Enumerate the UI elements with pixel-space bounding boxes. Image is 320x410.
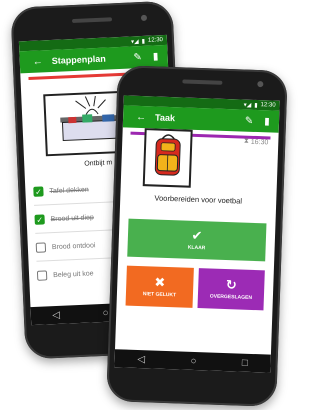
task-title: Voorbereiden voor voetbal bbox=[154, 193, 243, 206]
app-title: Stappenplan bbox=[51, 53, 106, 66]
checklist-label: Beleg uit koe bbox=[52, 269, 94, 279]
done-button-label: KLAAR bbox=[187, 244, 206, 252]
nav-recents-icon[interactable]: □ bbox=[242, 357, 248, 368]
trash-icon[interactable]: ▮ bbox=[149, 51, 161, 63]
hourglass-icon: ⧗ bbox=[243, 137, 249, 145]
fail-button-label: NIET GELUKT bbox=[142, 291, 177, 299]
trash-icon[interactable]: ▮ bbox=[261, 116, 273, 127]
nav-home-icon[interactable]: ○ bbox=[190, 355, 196, 366]
pencil-icon[interactable]: ✎ bbox=[243, 115, 255, 126]
front-phone-screen: ▾◢ ▮ 12:30 ← Taak ✎ ▮ ⧗ 16:30 Voorbereid… bbox=[114, 95, 280, 373]
app-title: Taak bbox=[154, 112, 176, 124]
checkbox-empty-icon[interactable] bbox=[36, 270, 48, 281]
checklist-label: Tafel dekken bbox=[49, 185, 89, 195]
phone-camera bbox=[140, 14, 148, 22]
checkbox-checked-icon[interactable]: ✓ bbox=[34, 214, 45, 225]
phone-speaker bbox=[182, 79, 223, 85]
arrow-back-icon[interactable]: ← bbox=[32, 56, 44, 68]
nav-back-icon[interactable]: ◁ bbox=[137, 353, 145, 364]
nav-bar: ◁ ○ □ bbox=[114, 349, 271, 373]
nav-back-icon[interactable]: ◁ bbox=[52, 309, 60, 320]
nav-home-icon[interactable]: ○ bbox=[102, 307, 109, 318]
phone-camera bbox=[257, 81, 264, 88]
task-picture bbox=[142, 128, 193, 188]
redo-icon: ↻ bbox=[225, 277, 238, 293]
done-button[interactable]: ✔ KLAAR bbox=[127, 218, 267, 262]
skip-button[interactable]: ↻ OVERGESLAGEN bbox=[197, 268, 265, 311]
status-time: 12:30 bbox=[260, 102, 276, 109]
battery-icon: ▮ bbox=[141, 38, 146, 45]
signal-icon: ▾◢ bbox=[243, 102, 252, 109]
signal-icon: ▾◢ bbox=[130, 38, 139, 45]
fail-button[interactable]: ✖ NIET GELUKT bbox=[125, 265, 194, 308]
checkbox-checked-icon[interactable]: ✓ bbox=[33, 186, 44, 197]
checklist-label: Brood uit diep bbox=[50, 213, 94, 223]
x-icon: ✖ bbox=[154, 274, 166, 290]
timer: ⧗ 16:30 bbox=[244, 138, 269, 147]
checklist-label: Brood ontdooi bbox=[51, 241, 96, 251]
timer-value: 16:30 bbox=[250, 138, 269, 146]
checkmark-icon: ✔ bbox=[191, 227, 203, 244]
battery-icon: ▮ bbox=[254, 102, 258, 109]
pencil-icon[interactable]: ✎ bbox=[131, 51, 143, 63]
backpack-icon bbox=[154, 134, 181, 176]
front-phone: ▾◢ ▮ 12:30 ← Taak ✎ ▮ ⧗ 16:30 Voorbereid… bbox=[106, 65, 288, 407]
skip-button-label: OVERGESLAGEN bbox=[209, 293, 253, 301]
phone-speaker bbox=[71, 17, 113, 24]
arrow-back-icon[interactable]: ← bbox=[135, 111, 147, 122]
status-time: 12:30 bbox=[147, 37, 164, 44]
checkbox-empty-icon[interactable] bbox=[35, 242, 47, 253]
